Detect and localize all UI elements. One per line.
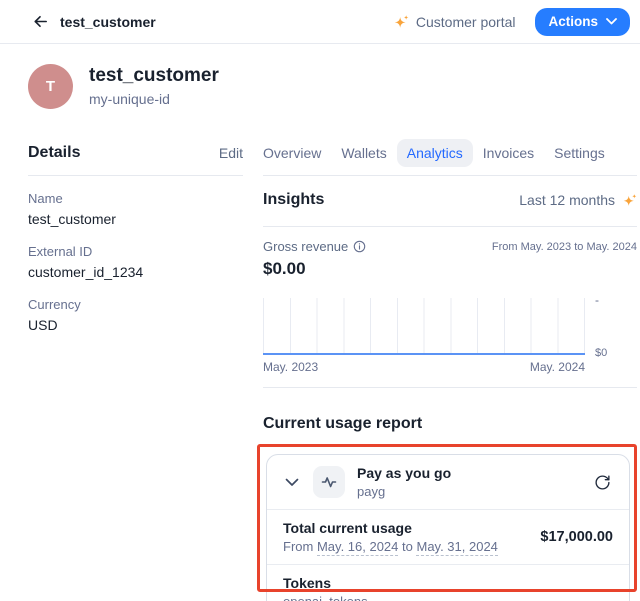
details-divider [28,175,243,176]
usage-report-title: Current usage report [263,415,637,433]
topbar-actions: Customer portal Actions [385,8,630,36]
sparkle-icon [622,194,637,207]
customer-identity: test_customer my-unique-id [89,64,219,109]
customer-external-id: my-unique-id [89,90,219,109]
period-from-date[interactable]: May. 16, 2024 [317,539,398,556]
top-bar: test_customer Customer portal Actions [0,0,640,44]
customer-portal-label: Customer portal [416,14,516,30]
plan-icon-box [313,466,345,498]
detail-field-name: Name test_customer [28,191,243,229]
tab-analytics[interactable]: Analytics [397,139,473,167]
tabs-divider [263,175,637,176]
period-selector[interactable]: Last 12 months [519,192,637,208]
gross-revenue-header: Gross revenue From May. 2023 to May. 202… [263,239,637,254]
edit-details-button[interactable]: Edit [219,145,243,161]
chevron-down-icon [606,18,617,25]
plan-title-group: Pay as you go payg [357,464,451,500]
plan-name: Pay as you go [357,464,451,482]
details-panel: Details Edit Name test_customer External… [28,138,243,335]
usage-item-code: openai_tokens [283,593,368,601]
arrow-left-icon [32,13,49,30]
period-label: Last 12 months [519,192,615,208]
customer-header: T test_customer my-unique-id [28,64,219,109]
usage-period: From May. 16, 2024 to May. 31, 2024 [283,538,498,555]
field-label: Name [28,191,243,207]
collapse-toggle-button[interactable] [283,476,301,489]
customer-detail-page: test_customer Customer portal Actions [0,0,640,601]
refresh-usage-button[interactable] [592,472,613,493]
gross-revenue-label: Gross revenue [263,239,348,254]
main-panel: Overview Wallets Analytics Invoices Sett… [263,138,637,433]
back-button[interactable] [28,10,52,34]
field-value: test_customer [28,210,243,229]
field-label: Currency [28,297,243,313]
chart-zero-line [263,353,585,355]
y-axis-bottom-label: $0 [595,347,607,359]
field-value: USD [28,316,243,335]
chart-divider [263,387,637,388]
activity-pulse-icon [321,474,337,490]
x-axis-labels: May. 2023 May. 2024 [263,360,585,374]
tab-invoices[interactable]: Invoices [473,139,544,167]
details-title: Details [28,144,80,162]
period-prefix: From [283,539,313,554]
actions-label: Actions [548,14,598,29]
gross-revenue-chart: - $0 [263,298,637,355]
gross-revenue-value: $0.00 [263,259,637,279]
plan-code: payg [357,483,451,500]
y-axis-top-label: - [595,293,599,307]
usage-item-name: Tokens [283,574,368,592]
refresh-icon [594,474,611,491]
usage-item-text: Tokens openai_tokens [283,574,368,601]
info-icon[interactable] [353,240,366,253]
tab-bar: Overview Wallets Analytics Invoices Sett… [253,138,637,168]
period-to-date[interactable]: May. 31, 2024 [416,539,497,556]
chart-gridlines [263,298,585,355]
customer-portal-button[interactable]: Customer portal [385,10,524,34]
x-axis-end-label: May. 2024 [530,360,585,374]
detail-field-currency: Currency USD [28,297,243,335]
tab-wallets[interactable]: Wallets [331,139,396,167]
avatar: T [28,64,73,109]
total-usage-label: Total current usage [283,519,498,537]
insights-header: Insights Last 12 months [263,189,637,211]
chevron-down-icon [285,478,299,487]
total-usage-amount: $17,000.00 [540,529,613,545]
gross-revenue-range: From May. 2023 to May. 2024 [492,241,637,253]
usage-item-row: Tokens openai_tokens [267,565,629,601]
plan-header-row: Pay as you go payg [267,455,629,509]
insights-title: Insights [263,191,324,209]
tab-settings[interactable]: Settings [544,139,615,167]
usage-plan-card: Pay as you go payg Total current usage F… [266,454,630,601]
x-axis-start-label: May. 2023 [263,360,318,374]
total-usage-row: Total current usage From May. 16, 2024 t… [267,510,629,564]
details-header: Details Edit [28,138,243,168]
tab-overview[interactable]: Overview [253,139,331,167]
field-value: customer_id_1234 [28,263,243,282]
period-connector: to [402,539,413,554]
topbar-title: test_customer [60,14,156,30]
total-usage-text: Total current usage From May. 16, 2024 t… [283,519,498,555]
field-label: External ID [28,244,243,260]
actions-button[interactable]: Actions [535,8,630,36]
customer-name: test_customer [89,64,219,88]
detail-field-external-id: External ID customer_id_1234 [28,244,243,282]
insights-divider [263,226,637,227]
gross-revenue-label-group: Gross revenue [263,239,366,254]
sparkle-icon [393,15,409,29]
